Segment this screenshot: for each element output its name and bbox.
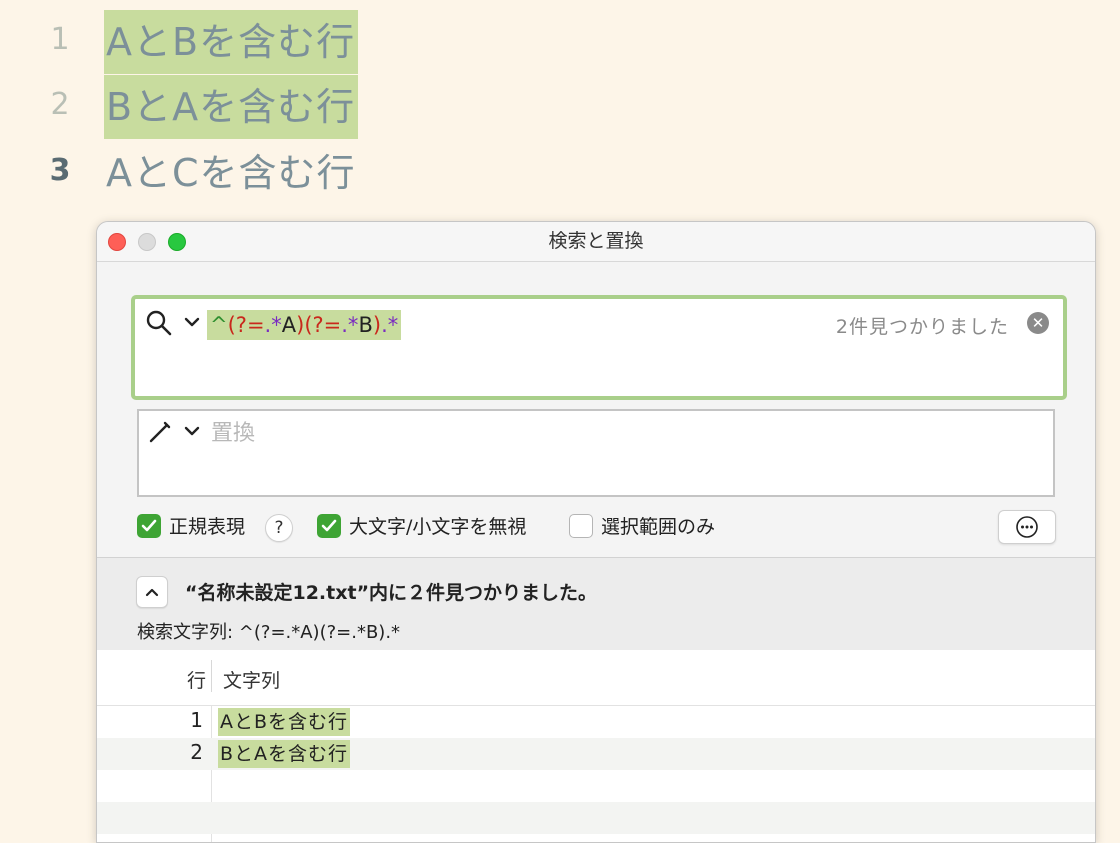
table-row[interactable]: 1 AとBを含む行 (97, 706, 1095, 738)
ellipsis-circle-icon (1016, 516, 1038, 538)
search-icon[interactable] (145, 309, 173, 337)
row-text: BとAを含む行 (218, 740, 351, 768)
regex-token: ) (372, 313, 382, 337)
regex-token: (?= (304, 313, 342, 337)
table-header: 行 文字列 (97, 650, 1095, 706)
table-row-empty (97, 802, 1095, 834)
window-title: 検索と置換 (548, 230, 644, 252)
find-replace-window: 検索と置換 ^(?=.*A)(?=.*B).* 2件見つかりました ✕ 置換 正… (96, 221, 1096, 843)
line-text[interactable]: BとAを含む行 (104, 75, 359, 139)
pencil-icon[interactable] (147, 419, 173, 445)
table-row[interactable]: 2 BとAを含む行 (97, 738, 1095, 770)
row-text: AとBを含む行 (218, 708, 351, 736)
line-number: 1 (50, 22, 70, 57)
editor-line-3[interactable]: 3 AとCを含む行 (0, 141, 600, 205)
regex-token: .* (264, 313, 282, 337)
results-table: 行 文字列 1 AとBを含む行 2 BとAを含む行 (97, 650, 1095, 842)
regex-token: B (358, 313, 373, 337)
replace-input[interactable] (209, 415, 913, 451)
line-text[interactable]: AとBを含む行 (104, 10, 359, 74)
chevron-down-icon[interactable] (183, 313, 201, 331)
ignore-case-label[interactable]: 大文字/小文字を無視 (349, 514, 526, 540)
column-header-line[interactable]: 行 (187, 666, 206, 693)
column-separator[interactable] (211, 660, 212, 692)
ignore-case-checkbox[interactable] (317, 514, 341, 538)
row-line-number: 2 (190, 740, 203, 764)
line-text[interactable]: AとCを含む行 (104, 141, 359, 205)
more-options-button[interactable] (998, 510, 1056, 544)
search-string-label: 検索文字列: ^(?=.*A)(?=.*B).* (137, 622, 401, 643)
line-number: 2 (50, 87, 70, 122)
title-bar[interactable]: 検索と置換 (97, 222, 1095, 262)
clear-search-icon[interactable]: ✕ (1027, 312, 1049, 334)
chevron-down-icon[interactable] (183, 422, 201, 440)
results-title: “名称未設定12.txt”内に２件見つかりました。 (185, 582, 598, 604)
column-header-string[interactable]: 文字列 (223, 666, 280, 693)
row-line-number: 1 (190, 708, 203, 732)
selection-only-label[interactable]: 選択範囲のみ (601, 514, 715, 540)
regex-checkbox[interactable] (137, 514, 161, 538)
table-row-empty (97, 770, 1095, 802)
help-button[interactable]: ? (265, 514, 293, 542)
regex-token: A (281, 313, 297, 337)
regex-token: (?= (227, 313, 265, 337)
line-number: 3 (49, 153, 71, 188)
find-panel: ^(?=.*A)(?=.*B).* 2件見つかりました ✕ 正規表現 ? (97, 262, 1095, 557)
collapse-results-button[interactable] (136, 576, 168, 608)
replace-field[interactable] (137, 409, 1055, 497)
match-count: 2件見つかりました (835, 316, 1009, 338)
search-query[interactable]: ^(?=.*A)(?=.*B).* (207, 310, 402, 340)
chevron-up-icon (145, 588, 159, 597)
selection-only-checkbox[interactable] (569, 514, 593, 538)
regex-label[interactable]: 正規表現 (169, 514, 245, 540)
editor-line-1[interactable]: 1 AとBを含む行 (0, 10, 600, 74)
results-header: “名称未設定12.txt”内に２件見つかりました。 検索文字列: ^(?=.*A… (97, 558, 1095, 650)
regex-token: .* (381, 313, 399, 337)
search-field[interactable]: ^(?=.*A)(?=.*B).* 2件見つかりました ✕ (131, 295, 1067, 400)
regex-token: .* (341, 313, 359, 337)
regex-token: ^ (210, 313, 228, 337)
editor-line-2[interactable]: 2 BとAを含む行 (0, 75, 600, 139)
